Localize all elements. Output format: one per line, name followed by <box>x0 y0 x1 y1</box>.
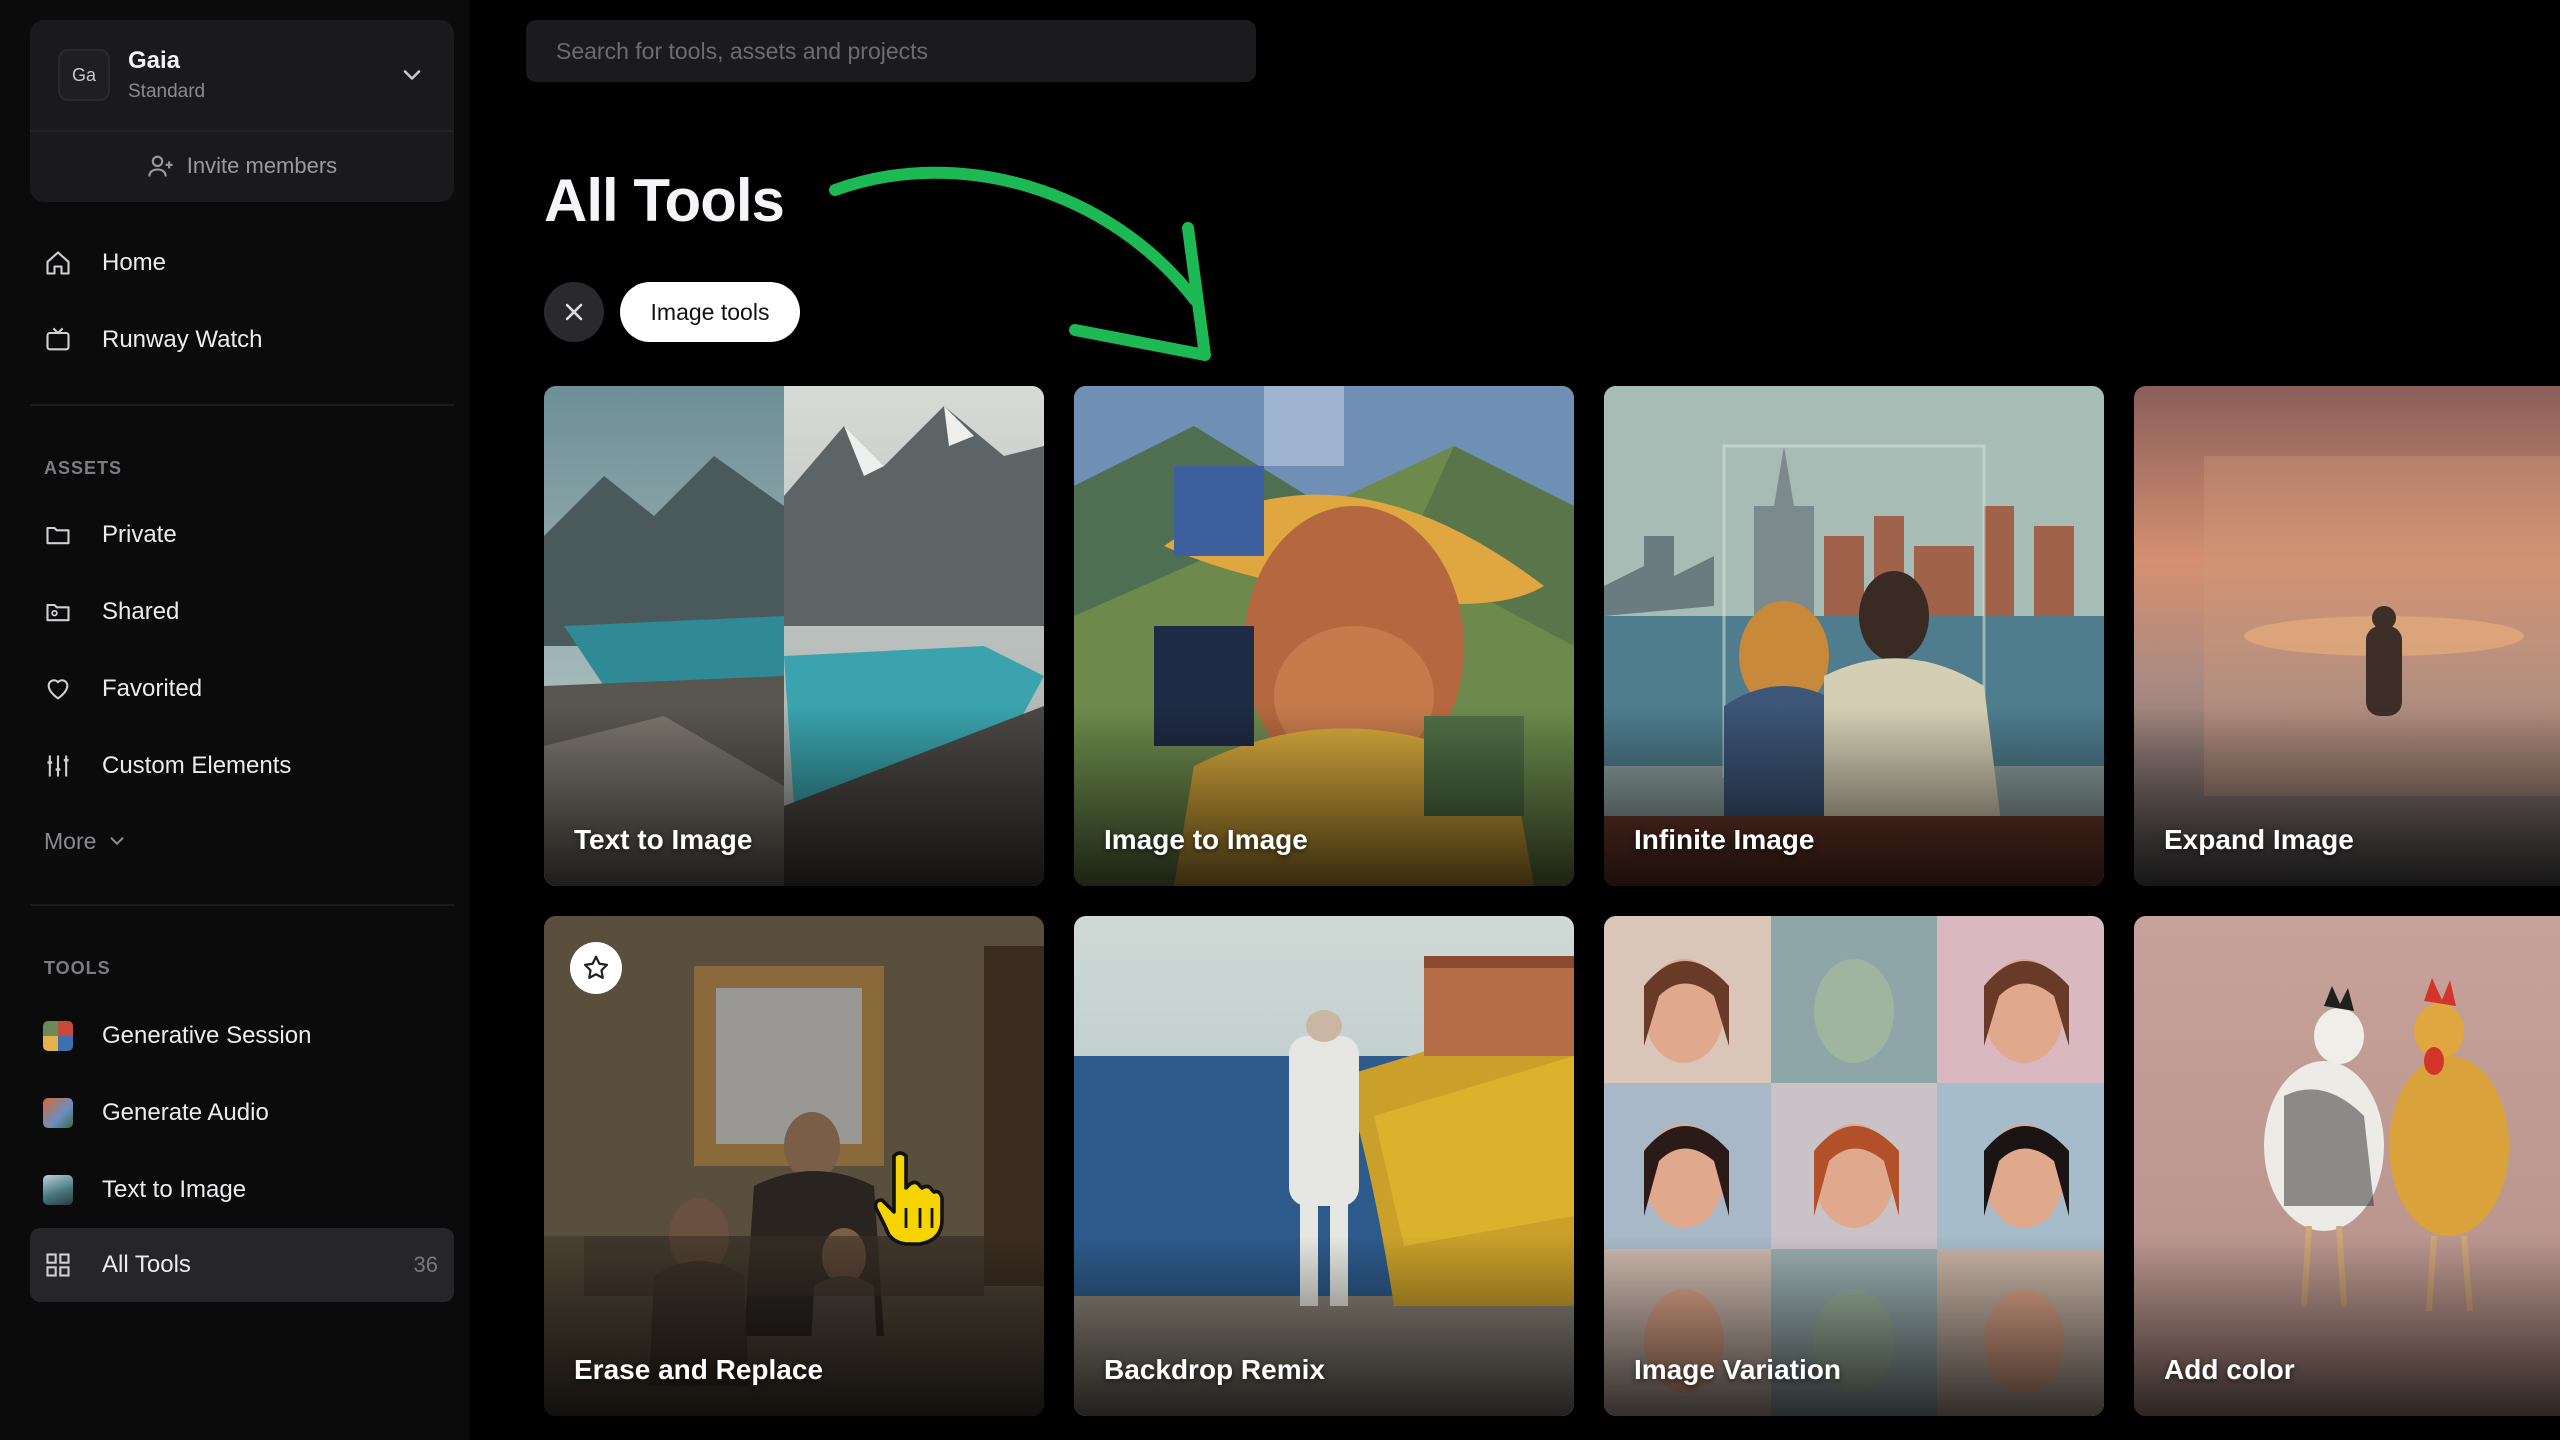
card-label: Infinite Image <box>1634 824 1815 855</box>
tool-card-expand-image[interactable]: Expand Image <box>2134 386 2560 886</box>
shared-folder-icon <box>42 596 74 628</box>
chevron-down-icon <box>110 837 124 846</box>
card-shade <box>2134 706 2560 886</box>
nav-runway-watch[interactable]: Runway Watch <box>30 310 454 370</box>
folder-icon <box>42 519 74 551</box>
generative-session-thumbnail <box>42 1020 74 1052</box>
nav-generate-audio[interactable]: Generate Audio <box>30 1083 454 1143</box>
hand-cursor-icon <box>873 1151 944 1246</box>
card-label: Add color <box>2164 1354 2295 1385</box>
tool-card-erase-and-replace[interactable]: Erase and Replace <box>544 916 1044 1416</box>
tool-card-infinite-image[interactable]: Infinite Image <box>1604 386 2104 886</box>
workspace-card: Ga Gaia Standard Invite members <box>30 20 454 202</box>
nav-favorited[interactable]: Favorited <box>30 659 454 719</box>
star-icon <box>583 955 609 979</box>
sidebar: Ga Gaia Standard Invite members Home Run… <box>0 0 470 1440</box>
home-icon <box>42 247 74 279</box>
close-icon <box>565 303 583 321</box>
card-label: Backdrop Remix <box>1104 1354 1325 1385</box>
tool-card-add-color[interactable]: Add color <box>2134 916 2560 1416</box>
sidebar-divider <box>30 404 454 406</box>
nav-generate-audio-label: Generate Audio <box>102 1099 269 1126</box>
tv-icon <box>42 324 74 356</box>
card-label: Text to Image <box>574 824 753 855</box>
workspace-plan: Standard <box>128 81 206 102</box>
nav-shared-label: Shared <box>102 598 180 625</box>
arrow-annotation-icon <box>829 166 1211 361</box>
card-shade <box>1604 706 2104 886</box>
page-title: All Tools <box>544 167 785 234</box>
nav-all-tools-label: All Tools <box>102 1251 191 1278</box>
tool-card-text-to-image[interactable]: Text to Image <box>544 386 1044 886</box>
add-person-icon <box>148 155 173 177</box>
workspace-name: Gaia <box>128 47 181 74</box>
card-label: Expand Image <box>2164 824 2354 855</box>
card-label: Image to Image <box>1104 824 1308 855</box>
search-placeholder: Search for tools, assets and projects <box>556 37 929 64</box>
more-toggle[interactable]: More <box>44 823 128 859</box>
nav-text-to-image[interactable]: Text to Image <box>30 1160 454 1220</box>
search-input[interactable]: Search for tools, assets and projects <box>526 20 1256 82</box>
heart-icon <box>42 673 74 705</box>
filter-chip-image-tools[interactable]: Image tools <box>620 282 800 342</box>
nav-private[interactable]: Private <box>30 505 454 565</box>
nav-all-tools[interactable]: All Tools 36 <box>30 1228 454 1302</box>
all-tools-count: 36 <box>413 1252 438 1277</box>
tool-card-image-to-image[interactable]: Image to Image <box>1074 386 1574 886</box>
card-shade <box>544 706 1044 886</box>
tool-card-image-variation[interactable]: Image Variation <box>1604 916 2104 1416</box>
card-shade <box>2134 1236 2560 1416</box>
card-shade <box>1604 1236 2104 1416</box>
favorite-button[interactable] <box>570 942 622 994</box>
workspace-switcher[interactable]: Ga Gaia Standard <box>30 20 454 132</box>
invite-members-label: Invite members <box>186 153 338 178</box>
nav-shared[interactable]: Shared <box>30 582 454 642</box>
workspace-avatar: Ga <box>58 49 110 101</box>
assets-section-label: ASSETS <box>44 458 123 478</box>
tool-card-backdrop-remix[interactable]: Backdrop Remix <box>1074 916 1574 1416</box>
nav-text-to-image-label: Text to Image <box>102 1176 247 1203</box>
sliders-icon <box>42 750 74 782</box>
nav-home-label: Home <box>102 249 167 276</box>
invite-members-button[interactable]: Invite members <box>30 132 454 200</box>
sidebar-divider <box>30 904 454 906</box>
chevron-down-icon <box>403 70 421 80</box>
nav-runway-watch-label: Runway Watch <box>102 326 263 353</box>
clear-filter-button[interactable] <box>544 282 604 342</box>
nav-generative-session[interactable]: Generative Session <box>30 1006 454 1066</box>
card-shade <box>1074 1236 1574 1416</box>
nav-custom-elements[interactable]: Custom Elements <box>30 736 454 796</box>
nav-favorited-label: Favorited <box>102 675 203 702</box>
tools-section-label: TOOLS <box>44 958 111 978</box>
nav-private-label: Private <box>102 521 177 548</box>
card-label: Image Variation <box>1634 1354 1841 1385</box>
nav-home[interactable]: Home <box>30 233 454 293</box>
text-to-image-thumbnail <box>42 1174 74 1206</box>
card-shade <box>1074 706 1574 886</box>
more-label: More <box>44 827 97 854</box>
grid-icon <box>42 1249 74 1281</box>
nav-generative-session-label: Generative Session <box>102 1022 312 1049</box>
generate-audio-thumbnail <box>42 1097 74 1129</box>
nav-custom-elements-label: Custom Elements <box>102 752 292 779</box>
card-shade <box>544 1236 1044 1416</box>
card-label: Erase and Replace <box>574 1354 824 1385</box>
